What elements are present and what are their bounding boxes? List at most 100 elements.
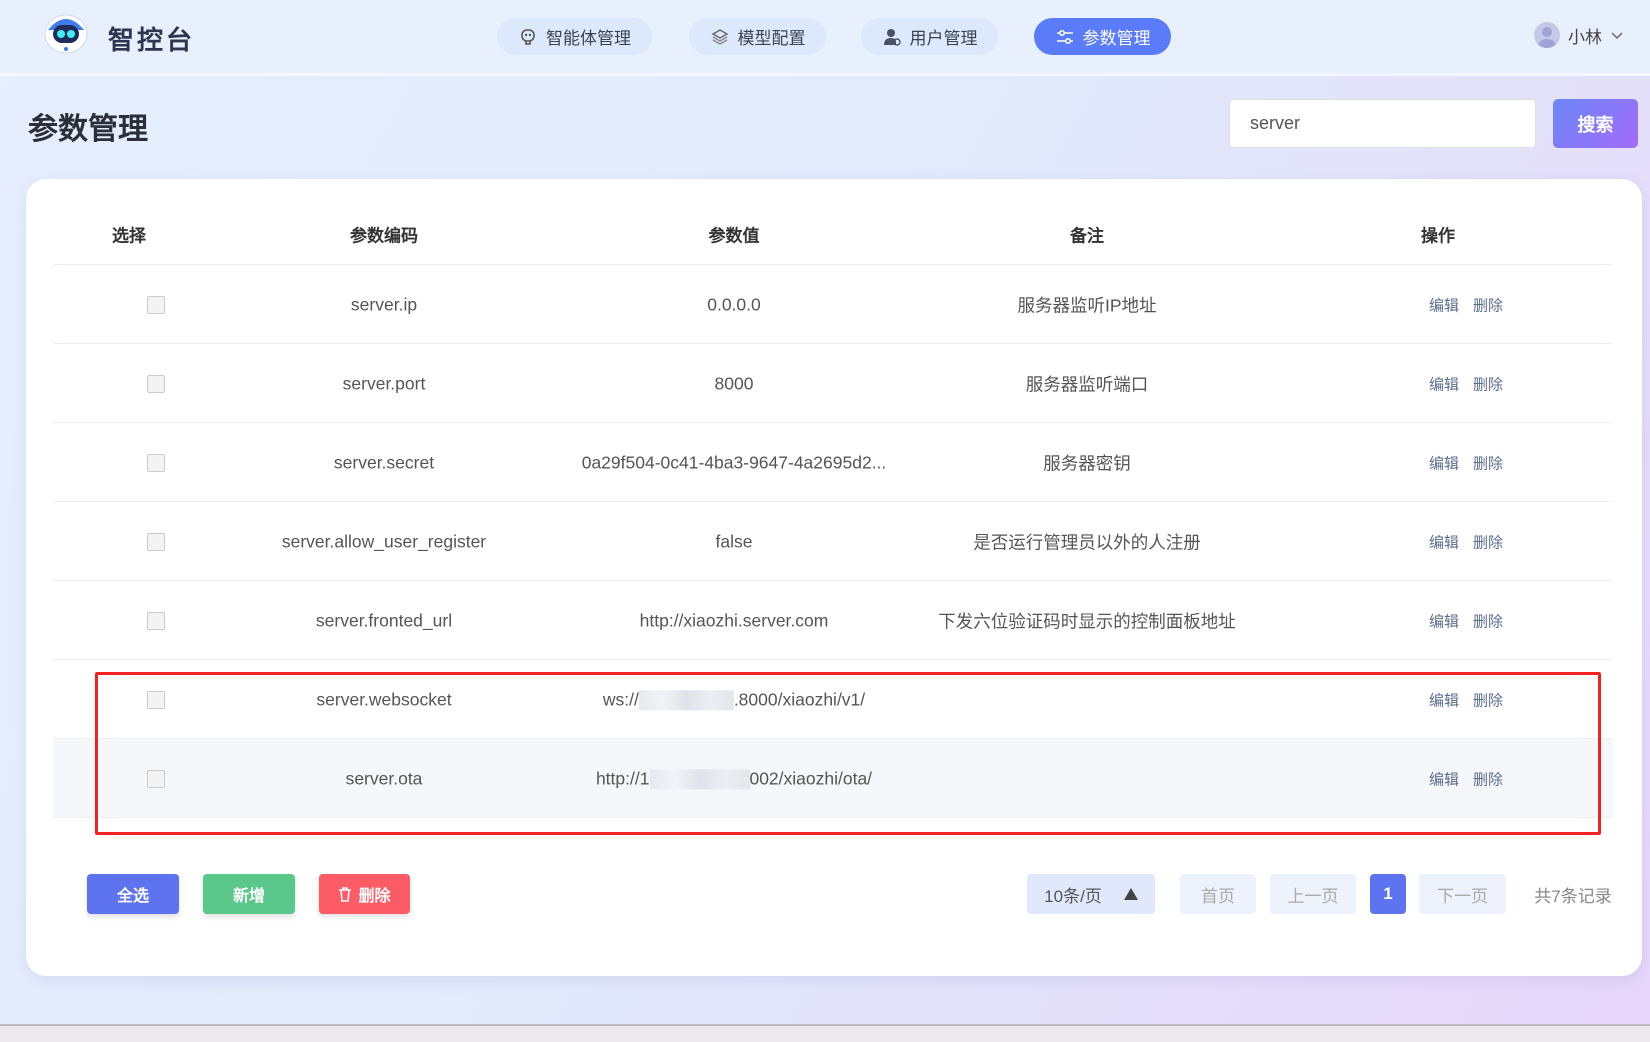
row-actions: 编辑 删除 xyxy=(1429,769,1503,790)
user-menu[interactable]: 小林 xyxy=(1534,22,1624,48)
param-value: false xyxy=(715,531,753,552)
sliders-icon xyxy=(1056,29,1073,44)
delete-link[interactable]: 删除 xyxy=(1473,295,1503,316)
delete-link[interactable]: 删除 xyxy=(1473,690,1503,711)
row-actions: 编辑 删除 xyxy=(1429,690,1503,711)
value-prefix: ws:// xyxy=(602,689,639,710)
brand-title: 智控台 xyxy=(108,25,196,55)
trash-icon xyxy=(339,886,352,902)
total-count: 共7条记录 xyxy=(1534,886,1612,906)
add-button[interactable]: 新增 xyxy=(203,874,295,914)
edit-link[interactable]: 编辑 xyxy=(1429,611,1459,632)
row-checkbox[interactable] xyxy=(147,375,165,393)
row-checkbox[interactable] xyxy=(147,533,165,551)
param-value: 0a29f504-0c41-4ba3-9647-4a2695d2... xyxy=(581,452,887,473)
nav-user-management[interactable]: 用户管理 xyxy=(861,18,998,55)
page-size-select[interactable]: 10条/页 xyxy=(1027,874,1155,914)
edit-link[interactable]: 编辑 xyxy=(1429,295,1459,316)
nav-model-config[interactable]: 模型配置 xyxy=(689,18,826,55)
column-header-actions: 操作 xyxy=(1421,226,1455,246)
page-title: 参数管理 xyxy=(28,113,148,146)
param-remark: 服务器密钥 xyxy=(1043,453,1131,474)
param-code: server.ip xyxy=(350,294,418,315)
row-actions: 编辑 删除 xyxy=(1429,532,1503,553)
param-value: http://xiaozhi.server.com xyxy=(639,610,829,631)
column-header-remark: 备注 xyxy=(1070,226,1104,246)
delete-link[interactable]: 删除 xyxy=(1473,611,1503,632)
layers-icon xyxy=(711,28,728,45)
first-page-button[interactable]: 首页 xyxy=(1180,874,1256,914)
row-checkbox[interactable] xyxy=(147,691,165,709)
row-actions: 编辑 删除 xyxy=(1429,295,1503,316)
param-remark: 服务器监听端口 xyxy=(1025,374,1149,395)
caret-up-icon xyxy=(1123,888,1138,900)
user-name: 小林 xyxy=(1568,27,1602,47)
param-code: server.port xyxy=(342,373,426,394)
row-checkbox[interactable] xyxy=(147,770,165,788)
param-code: server.websocket xyxy=(316,689,452,710)
param-value: 8000 xyxy=(714,373,754,394)
page-1-button[interactable]: 1 xyxy=(1370,874,1406,914)
value-suffix: 002/xiaozhi/ota/ xyxy=(749,768,873,789)
table-row: server.secret 0a29f504-0c41-4ba3-9647-4a… xyxy=(53,423,1613,502)
delete-label: 删除 xyxy=(358,888,391,905)
column-header-value: 参数值 xyxy=(708,226,760,246)
table-row: server.ip 0.0.0.0 服务器监听IP地址 编辑 删除 xyxy=(53,265,1613,344)
param-code: server.ota xyxy=(345,768,423,789)
delete-button[interactable]: 删除 xyxy=(319,874,410,914)
table-row: server.websocket ws://.8000/xiaozhi/v1/ … xyxy=(53,660,1613,739)
search-button[interactable]: 搜索 xyxy=(1553,99,1638,148)
param-remark: 下发六位验证码时显示的控制面板地址 xyxy=(938,611,1236,632)
robot-icon xyxy=(521,28,535,45)
table-row: server.allow_user_register false 是否运行管理员… xyxy=(53,502,1613,581)
delete-link[interactable]: 删除 xyxy=(1473,769,1503,790)
table-row: server.port 8000 服务器监听端口 编辑 删除 xyxy=(53,344,1613,423)
edit-link[interactable]: 编辑 xyxy=(1429,532,1459,553)
column-header-select: 选择 xyxy=(112,226,146,246)
nav-label: 用户管理 xyxy=(909,29,978,48)
nav-label: 模型配置 xyxy=(737,29,806,48)
edit-link[interactable]: 编辑 xyxy=(1429,769,1459,790)
param-remark: 是否运行管理员以外的人注册 xyxy=(973,532,1201,553)
param-code: server.allow_user_register xyxy=(281,531,487,552)
nav-label: 智能体管理 xyxy=(546,29,631,48)
page-size-value: 10条/页 xyxy=(1044,886,1102,906)
search-input[interactable] xyxy=(1229,99,1536,148)
row-actions: 编辑 删除 xyxy=(1429,611,1503,632)
param-code: server.secret xyxy=(333,452,435,473)
table-row: server.ota http://1 002/xiaozhi/ota/ 编辑 删除 xyxy=(53,739,1613,818)
avatar xyxy=(1534,22,1560,48)
row-checkbox[interactable] xyxy=(147,296,165,314)
delete-link[interactable]: 删除 xyxy=(1473,532,1503,553)
select-all-button[interactable]: 全选 xyxy=(87,874,179,914)
param-value: http://1 002/xiaozhi/ota/ xyxy=(596,768,873,790)
delete-link[interactable]: 删除 xyxy=(1473,453,1503,474)
redacted-region xyxy=(638,690,734,711)
edit-link[interactable]: 编辑 xyxy=(1429,690,1459,711)
nav-agent-management[interactable]: 智能体管理 xyxy=(497,18,652,55)
params-table-card: 选择 参数编码 参数值 备注 操作 server.ip 0.0.0.0 服务器监… xyxy=(26,179,1642,976)
table-row: server.fronted_url http://xiaozhi.server… xyxy=(53,581,1613,660)
os-taskbar xyxy=(0,1024,1650,1042)
param-code: server.fronted_url xyxy=(315,610,453,631)
column-header-code: 参数编码 xyxy=(350,226,418,246)
nav-label: 参数管理 xyxy=(1082,29,1151,48)
top-bar: 智控台 智能体管理 模型配置 用户管理 参数管理 小林 xyxy=(0,0,1650,76)
param-value: ws:// .8000/xiaozhi/v1/ xyxy=(602,689,865,711)
nav-param-management[interactable]: 参数管理 xyxy=(1034,18,1171,55)
chevron-down-icon xyxy=(1611,32,1623,40)
robot-logo-icon xyxy=(44,14,88,54)
prev-page-button[interactable]: 上一页 xyxy=(1270,874,1356,914)
row-actions: 编辑 删除 xyxy=(1429,374,1503,395)
param-remark: 服务器监听IP地址 xyxy=(1017,295,1157,316)
row-checkbox[interactable] xyxy=(147,612,165,630)
redacted-region xyxy=(649,769,750,790)
delete-link[interactable]: 删除 xyxy=(1473,374,1503,395)
row-actions: 编辑 删除 xyxy=(1429,453,1503,474)
edit-link[interactable]: 编辑 xyxy=(1429,453,1459,474)
user-icon xyxy=(883,28,901,46)
row-checkbox[interactable] xyxy=(147,454,165,472)
edit-link[interactable]: 编辑 xyxy=(1429,374,1459,395)
next-page-button[interactable]: 下一页 xyxy=(1419,874,1506,914)
param-value: 0.0.0.0 xyxy=(707,294,761,315)
